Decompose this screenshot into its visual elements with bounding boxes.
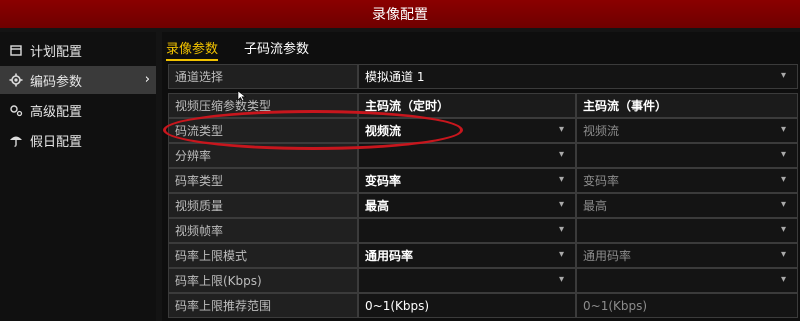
tab-substream-params[interactable]: 子码流参数 (244, 38, 309, 57)
bitrate-range-value: 0~1(Kbps) (358, 293, 576, 318)
sidebar: 计划配置 编码参数 › 高级配置 假日配置 (0, 32, 156, 321)
chevron-down-icon: ▾ (781, 224, 787, 235)
tab-bar: 录像参数 子码流参数 (162, 32, 800, 62)
channel-label: 通道选择 (168, 64, 358, 89)
select-value: 变码率 (365, 174, 402, 188)
encoding-params-table: 通道选择 模拟通道 1 ▾ 视频压缩参数类型 主码流（定时） 主码流（事件） 码… (168, 64, 798, 321)
bitrate-range-event-value: 0~1(Kbps) (576, 293, 798, 318)
row-label: 视频帧率 (168, 218, 358, 243)
bitrate-type-event-select[interactable]: 变码率 ▾ (576, 168, 798, 193)
bitrate-limit-event-select[interactable]: ▾ (576, 268, 798, 293)
calendar-icon (8, 42, 24, 58)
table-row: 码率上限模式 通用码率 ▾ 通用码率 ▾ (168, 243, 798, 268)
chevron-right-icon: › (144, 72, 150, 87)
chevron-down-icon: ▾ (781, 249, 787, 260)
table-row: 码率类型 变码率 ▾ 变码率 ▾ (168, 168, 798, 193)
row-label: 视频质量 (168, 193, 358, 218)
bitrate-limit-mode-select[interactable]: 通用码率 ▾ (358, 243, 576, 268)
bitrate-type-select[interactable]: 变码率 ▾ (358, 168, 576, 193)
frame-rate-select[interactable]: ▾ (358, 218, 576, 243)
sidebar-item-label: 假日配置 (30, 134, 83, 150)
chevron-down-icon: ▾ (559, 274, 565, 285)
tab-record-params[interactable]: 录像参数 (166, 38, 219, 61)
sidebar-item-advanced[interactable]: 高级配置 (0, 96, 156, 124)
table-row: 码率上限推荐范围 0~1(Kbps) 0~1(Kbps) (168, 293, 798, 318)
title-bar: 录像配置 (0, 0, 800, 28)
chevron-down-icon: ▾ (781, 174, 787, 185)
chevron-down-icon: ▾ (781, 70, 787, 81)
bitrate-limit-select[interactable]: ▾ (358, 268, 576, 293)
advanced-gear-icon (8, 102, 24, 118)
chevron-down-icon: ▾ (559, 174, 565, 185)
row-label: 码率类型 (168, 168, 358, 193)
channel-value: 模拟通道 1 (365, 70, 425, 84)
table-row: 视频质量 最高 ▾ 最高 ▾ (168, 193, 798, 218)
select-value: 视频流 (583, 124, 620, 138)
table-row: 通道选择 模拟通道 1 ▾ (168, 64, 798, 89)
select-value: 最高 (365, 199, 390, 213)
row-label: 码率上限推荐范围 (168, 293, 358, 318)
stream-type-event-select[interactable]: 视频流 ▾ (576, 118, 798, 143)
gear-icon (8, 72, 24, 88)
channel-select[interactable]: 模拟通道 1 ▾ (358, 64, 798, 89)
select-value: 变码率 (583, 174, 620, 188)
sidebar-item-schedule[interactable]: 计划配置 (0, 36, 156, 64)
chevron-down-icon: ▾ (781, 274, 787, 285)
resolution-event-select[interactable]: ▾ (576, 143, 798, 168)
table-row: 视频帧率 ▾ ▾ (168, 218, 798, 243)
sidebar-item-encoding[interactable]: 编码参数 › (0, 66, 156, 94)
table-row: 码率上限(Kbps) ▾ ▾ (168, 268, 798, 293)
row-label: 码率上限模式 (168, 243, 358, 268)
sidebar-item-holiday[interactable]: 假日配置 (0, 126, 156, 154)
highlight-annotation (163, 110, 463, 150)
chevron-down-icon: ▾ (559, 199, 565, 210)
mouse-cursor-icon (237, 90, 247, 102)
chevron-down-icon: ▾ (781, 149, 787, 160)
select-value: 最高 (583, 199, 608, 213)
chevron-down-icon: ▾ (559, 124, 565, 135)
select-value: 通用码率 (365, 249, 414, 263)
video-quality-select[interactable]: 最高 ▾ (358, 193, 576, 218)
video-quality-event-select[interactable]: 最高 ▾ (576, 193, 798, 218)
select-value: 通用码率 (583, 249, 632, 263)
chevron-down-icon: ▾ (559, 224, 565, 235)
umbrella-icon (8, 132, 24, 148)
chevron-down-icon: ▾ (559, 249, 565, 260)
sidebar-item-label: 高级配置 (30, 104, 83, 120)
row-label: 码率上限(Kbps) (168, 268, 358, 293)
frame-rate-event-select[interactable]: ▾ (576, 218, 798, 243)
header-col2: 主码流（事件） (576, 93, 798, 118)
chevron-down-icon: ▾ (781, 124, 787, 135)
sidebar-item-label: 计划配置 (30, 44, 83, 60)
chevron-down-icon: ▾ (781, 199, 787, 210)
window-title: 录像配置 (372, 7, 428, 23)
chevron-down-icon: ▾ (559, 149, 565, 160)
bitrate-limit-mode-event-select[interactable]: 通用码率 ▾ (576, 243, 798, 268)
sidebar-item-label: 编码参数 (30, 74, 83, 90)
